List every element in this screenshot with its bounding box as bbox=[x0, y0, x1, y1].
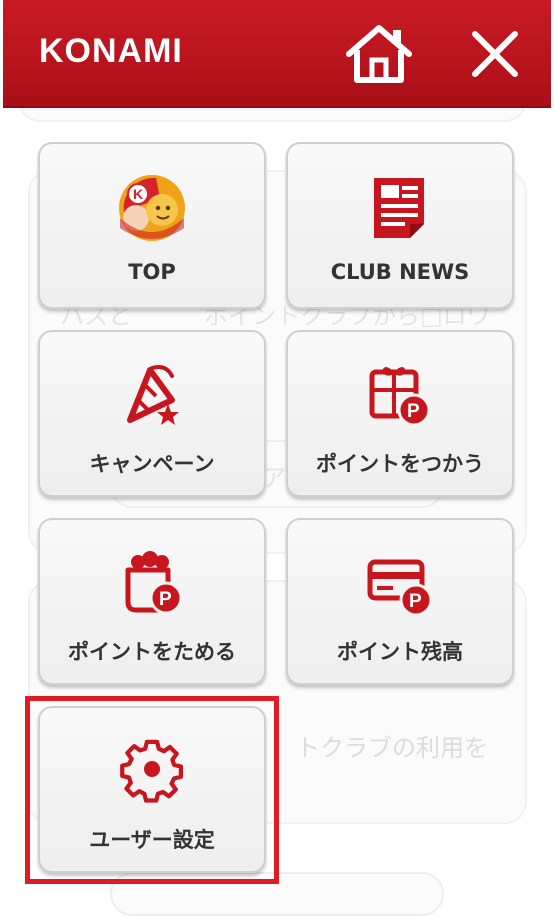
gift-point-icon: P bbox=[369, 367, 431, 427]
menu-tile-label: TOP bbox=[128, 260, 176, 284]
svg-text:P: P bbox=[159, 589, 172, 610]
home-button[interactable] bbox=[343, 22, 415, 86]
menu-tile-campaign[interactable]: キャンペーン bbox=[38, 330, 266, 497]
menu-tile-label: ポイント残高 bbox=[337, 640, 463, 664]
konami-logo: KONAMI bbox=[39, 32, 183, 70]
menu-overlay: K TOP CLUB NEWS キャンペーン P ポイントをつかう P ポイント… bbox=[0, 0, 555, 893]
card-point-icon: P bbox=[367, 559, 433, 617]
gear-icon bbox=[120, 739, 184, 803]
pouch-point-icon: P bbox=[125, 551, 183, 615]
header-bar: KONAMI bbox=[3, 0, 551, 108]
menu-tile-club-news[interactable]: CLUB NEWS bbox=[286, 142, 514, 309]
menu-tile-point-balance[interactable]: P ポイント残高 bbox=[286, 518, 514, 685]
menu-tile-label: CLUB NEWS bbox=[330, 260, 470, 284]
menu-tile-earn-points[interactable]: P ポイントをためる bbox=[38, 518, 266, 685]
menu-tile-label: ユーザー設定 bbox=[89, 828, 215, 852]
menu-tile-use-points[interactable]: P ポイントをつかう bbox=[286, 330, 514, 497]
svg-text:P: P bbox=[407, 401, 420, 422]
menu-tile-label: ポイントをためる bbox=[68, 640, 236, 664]
home-icon bbox=[346, 25, 412, 83]
close-icon bbox=[472, 31, 518, 77]
svg-text:K: K bbox=[133, 186, 143, 202]
menu-tile-label: キャンペーン bbox=[89, 452, 215, 476]
menu-tile-label: ポイントをつかう bbox=[316, 452, 484, 476]
svg-text:P: P bbox=[409, 591, 422, 612]
party-popper-star-icon bbox=[127, 365, 179, 425]
close-button[interactable] bbox=[463, 22, 527, 86]
newspaper-icon bbox=[374, 178, 424, 238]
menu-tile-top[interactable]: K TOP bbox=[38, 142, 266, 309]
mascot-icon: K bbox=[119, 175, 185, 241]
menu-tile-user-settings[interactable]: ユーザー設定 bbox=[38, 706, 266, 873]
